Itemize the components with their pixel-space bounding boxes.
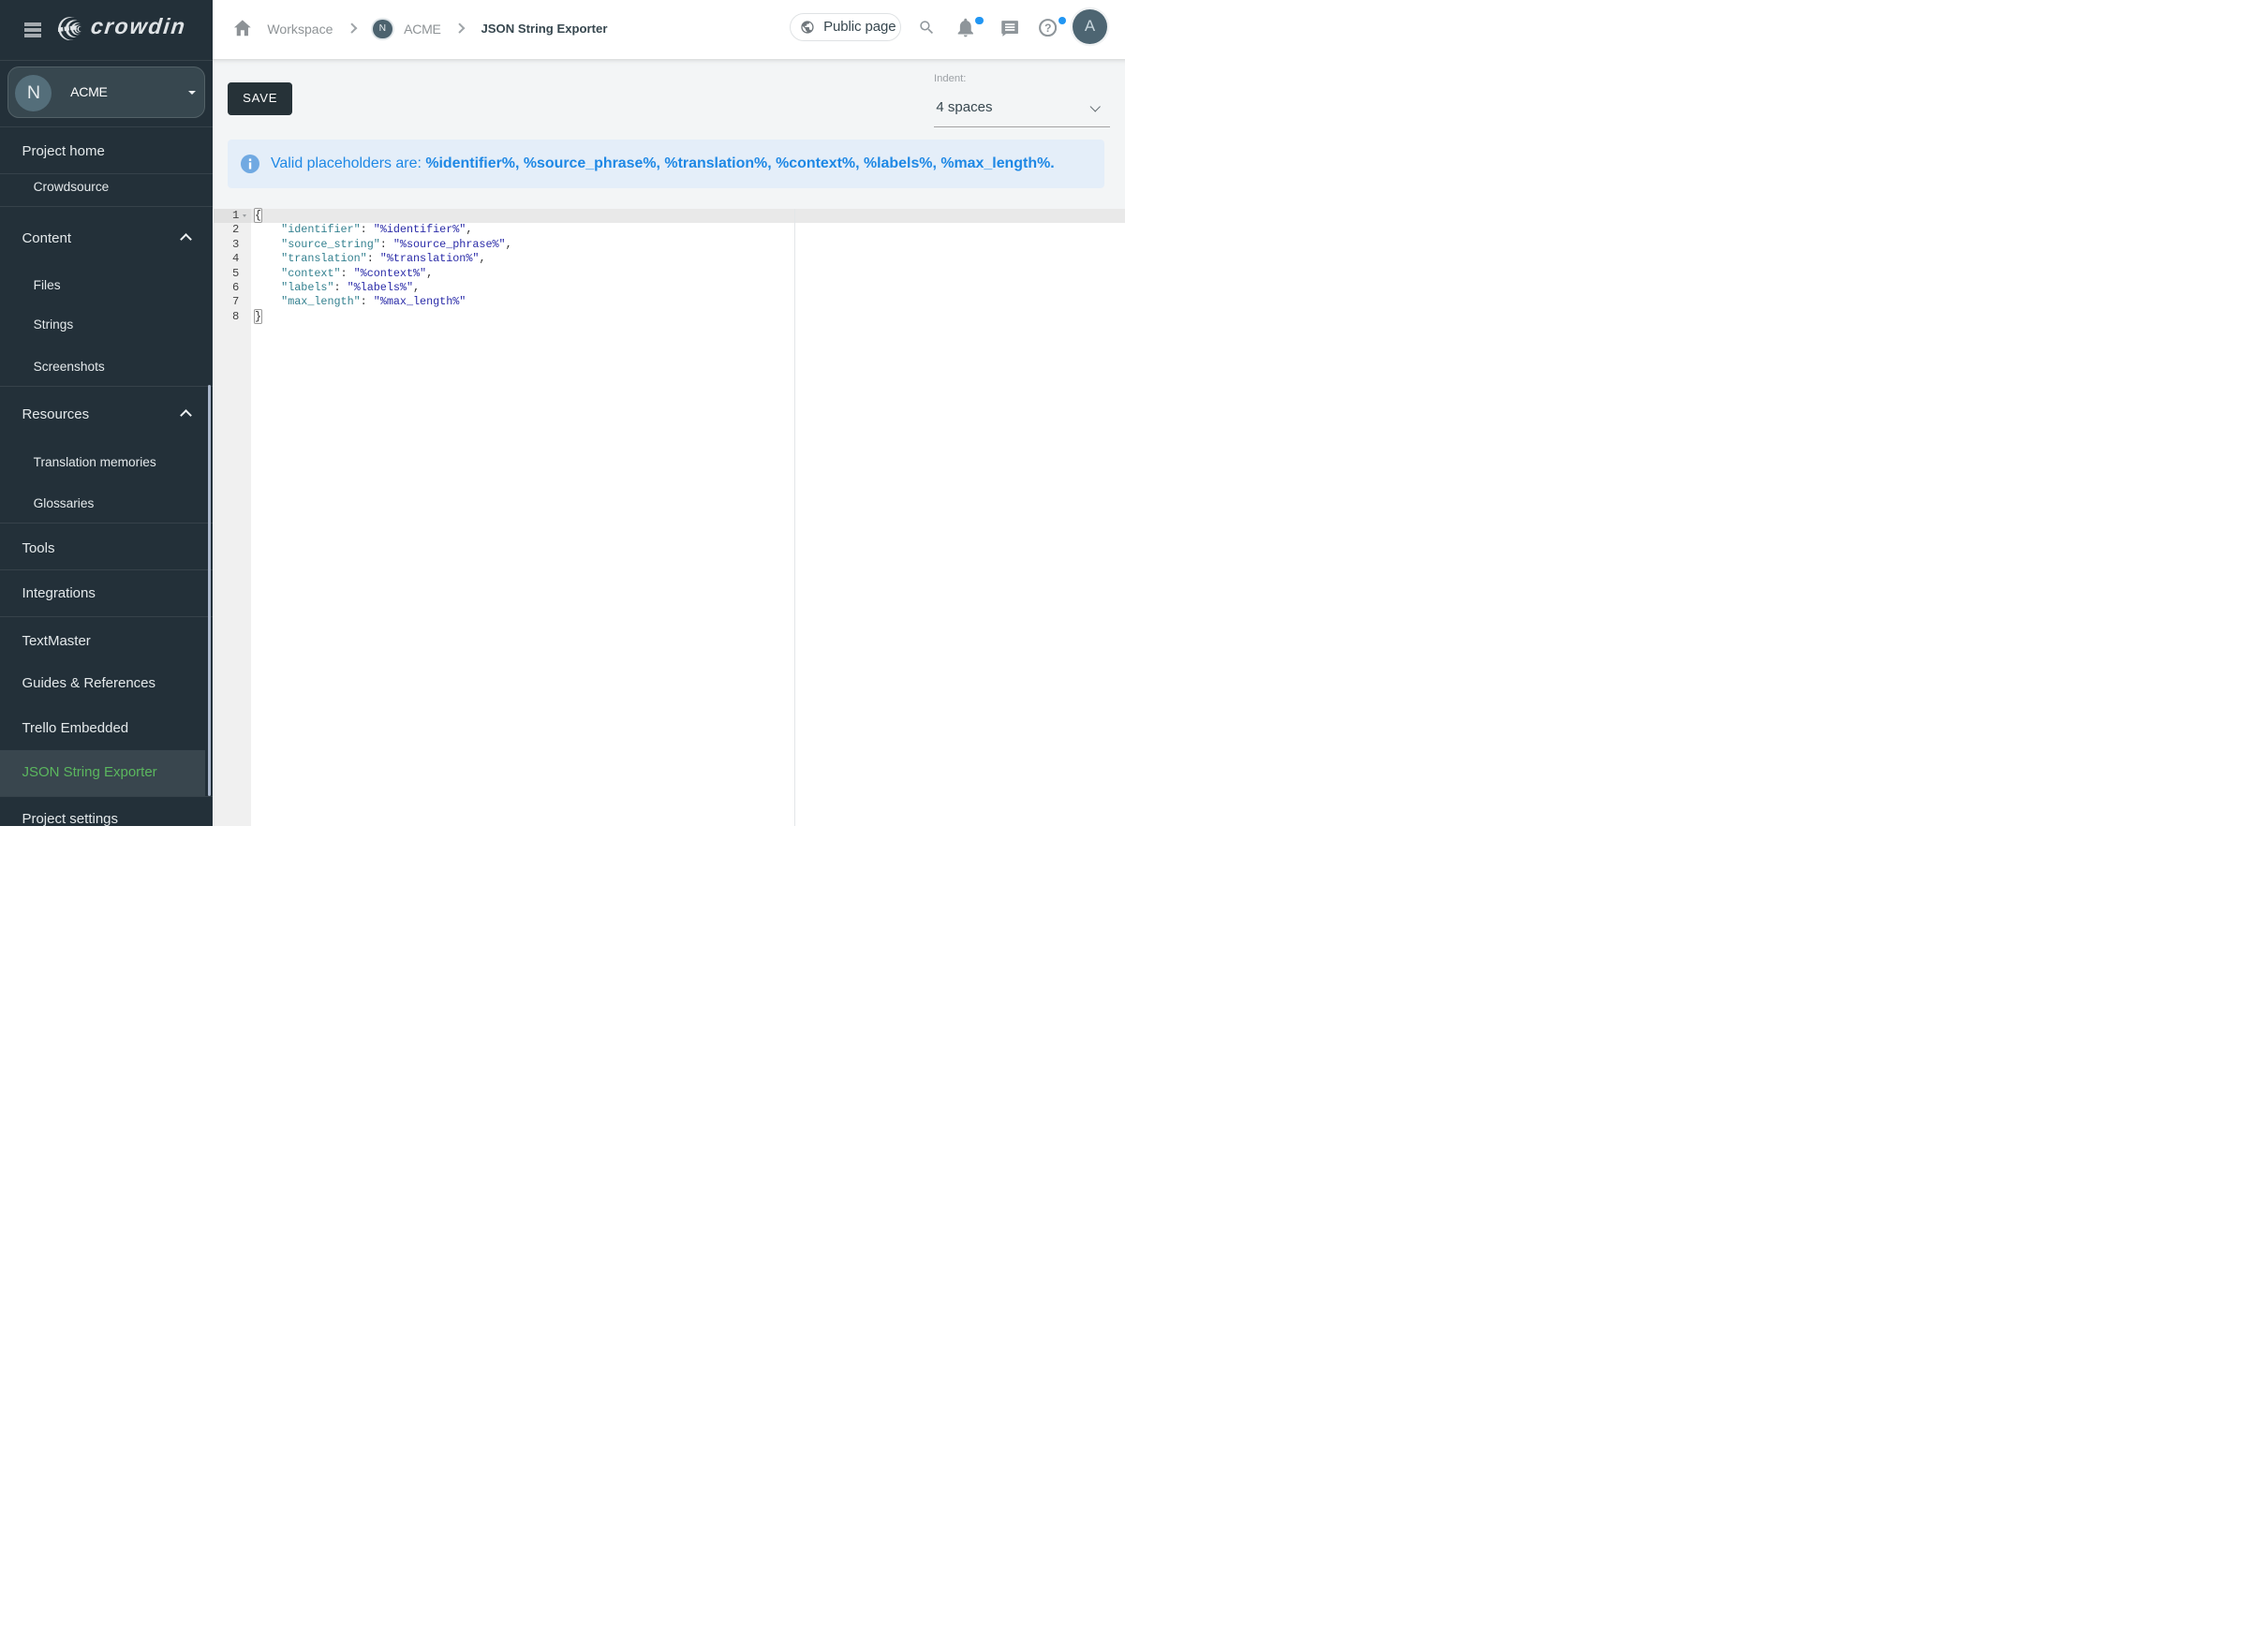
- svg-text:?: ?: [1044, 22, 1051, 35]
